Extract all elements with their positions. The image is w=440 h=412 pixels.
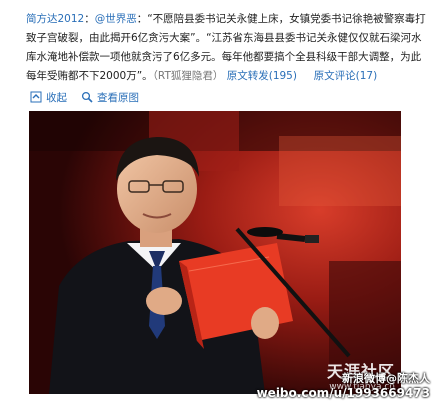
- weibo-watermark: 新浪微博@陈杰人 weibo.com/u/1993669473: [257, 370, 430, 400]
- watermark-handle: @陈杰人: [386, 372, 430, 385]
- view-original-label: 查看原图: [97, 91, 139, 104]
- collapse-label: 收起: [46, 91, 67, 104]
- author-link[interactable]: 简方达2012: [26, 13, 84, 25]
- collapse-icon: [30, 91, 42, 103]
- image-toolbar: 收起 查看原图: [30, 89, 139, 105]
- watermark-link: weibo.com/u/1993669473: [256, 386, 430, 400]
- watermark-weibo: 新浪微博: [342, 372, 386, 385]
- photo-scene: [29, 111, 401, 394]
- post-photo[interactable]: 天涯社区 www.tianya.cn: [29, 111, 401, 394]
- collapse-button[interactable]: 收起: [30, 89, 67, 105]
- colon: ：: [84, 13, 95, 25]
- mention-link[interactable]: @世界恶: [95, 13, 137, 25]
- repost-link[interactable]: 原文转发(195): [227, 70, 297, 82]
- weibo-post-text: 简方达2012：@世界恶：“不愿陪县委书记关永健上床，女镇党委书记徐艳被警察毒打…: [26, 10, 428, 86]
- via-text: （RT狐狸隐君）: [152, 70, 224, 82]
- image-view-icon: [81, 91, 93, 103]
- comment-link[interactable]: 原文评论(17): [314, 70, 378, 82]
- view-original-button[interactable]: 查看原图: [81, 89, 139, 105]
